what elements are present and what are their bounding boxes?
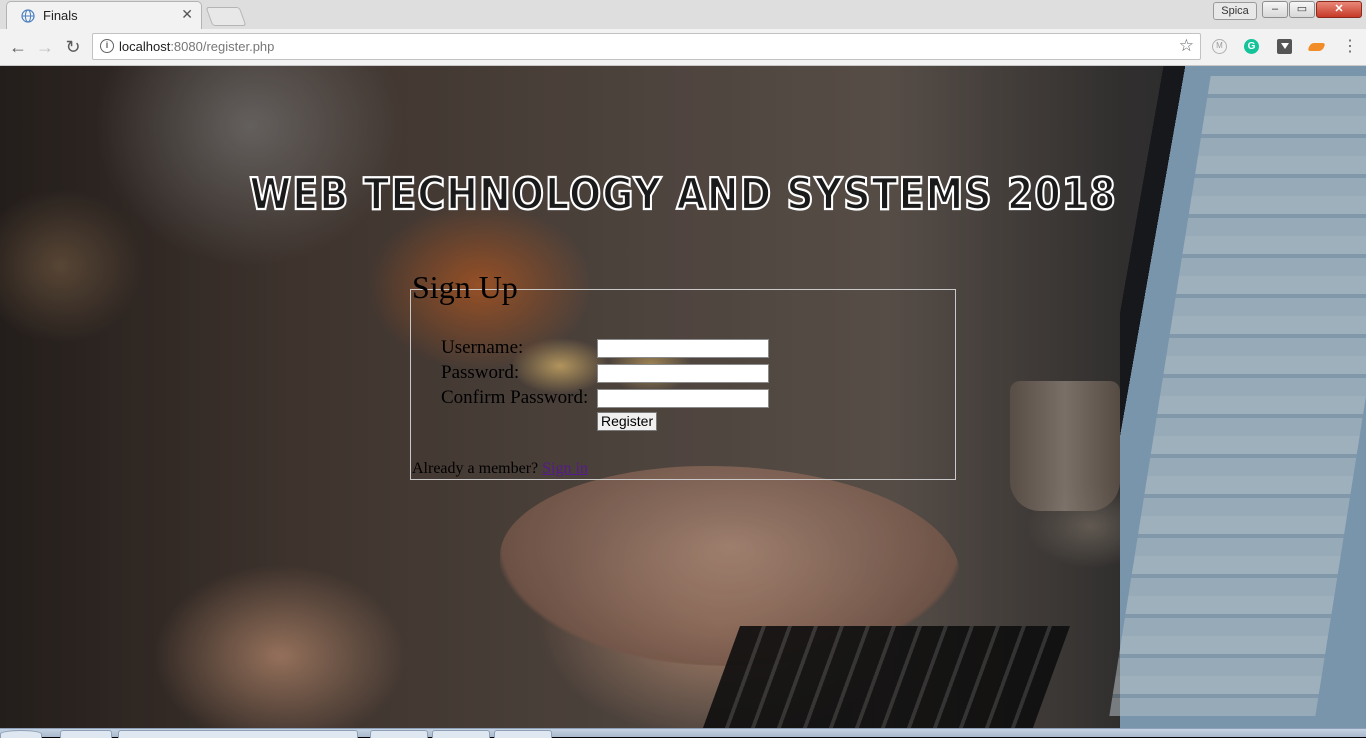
confirm-password-input[interactable] bbox=[597, 389, 769, 408]
globe-icon bbox=[21, 9, 35, 23]
url-path: :8080/register.php bbox=[170, 39, 275, 54]
tab-title: Finals bbox=[43, 8, 78, 23]
menu-icon[interactable]: ⋮ bbox=[1342, 37, 1358, 57]
taskbar-item-explorer[interactable] bbox=[60, 730, 112, 738]
download-extension-icon[interactable] bbox=[1277, 39, 1292, 54]
register-button[interactable]: Register bbox=[597, 412, 658, 431]
browser-tab[interactable]: Finals ✕ bbox=[6, 1, 202, 29]
grammarly-icon[interactable]: G bbox=[1244, 39, 1259, 54]
url-text[interactable]: localhost:8080/register.php bbox=[119, 39, 274, 54]
page-viewport: WEB TECHNOLOGY AND SYSTEMS 2018 Sign Up … bbox=[0, 66, 1366, 728]
site-title: WEB TECHNOLOGY AND SYSTEMS 2018 bbox=[248, 168, 1117, 221]
star-icon[interactable]: ☆ bbox=[1179, 36, 1194, 56]
taskbar-item-chrome[interactable] bbox=[370, 730, 428, 738]
browser-titlebar: Finals ✕ Spica – ▭ ✕ bbox=[0, 0, 1366, 29]
browser-toolbar: ← → ↻ i localhost:8080/register.php ☆ M … bbox=[0, 29, 1366, 66]
forward-arrow-icon[interactable]: → bbox=[35, 37, 55, 57]
start-button[interactable] bbox=[0, 730, 42, 738]
member-prompt-text: Already a member? bbox=[412, 460, 543, 477]
profile-button[interactable]: Spica bbox=[1213, 2, 1257, 20]
info-icon[interactable]: i bbox=[100, 39, 114, 53]
signup-heading: Sign Up bbox=[412, 269, 518, 305]
username-input[interactable] bbox=[597, 339, 769, 358]
new-tab-button[interactable] bbox=[205, 7, 247, 26]
confirm-password-label: Confirm Password: bbox=[441, 387, 589, 408]
taskbar-item-apps[interactable] bbox=[118, 730, 358, 738]
username-label: Username: bbox=[441, 337, 524, 358]
minimize-button[interactable]: – bbox=[1262, 1, 1288, 18]
signup-fieldset bbox=[410, 289, 956, 480]
taskbar-item-other[interactable] bbox=[494, 730, 552, 738]
sign-in-link[interactable]: Sign in bbox=[542, 460, 588, 477]
url-host: localhost bbox=[119, 39, 171, 54]
password-label: Password: bbox=[441, 362, 520, 383]
tab-close-icon[interactable]: ✕ bbox=[181, 6, 193, 23]
reload-icon[interactable]: ↻ bbox=[63, 37, 83, 57]
taskbar-item-app[interactable] bbox=[432, 730, 490, 738]
password-input[interactable] bbox=[597, 364, 769, 383]
back-arrow-icon[interactable]: ← bbox=[8, 37, 28, 57]
orange-extension-icon[interactable] bbox=[1307, 43, 1326, 51]
close-window-button[interactable]: ✕ bbox=[1316, 1, 1362, 18]
extension-m-icon[interactable]: M bbox=[1212, 39, 1227, 54]
member-prompt: Already a member? Sign in bbox=[412, 460, 588, 478]
address-bar[interactable]: i localhost:8080/register.php ☆ bbox=[92, 33, 1201, 60]
maximize-button[interactable]: ▭ bbox=[1289, 1, 1315, 18]
